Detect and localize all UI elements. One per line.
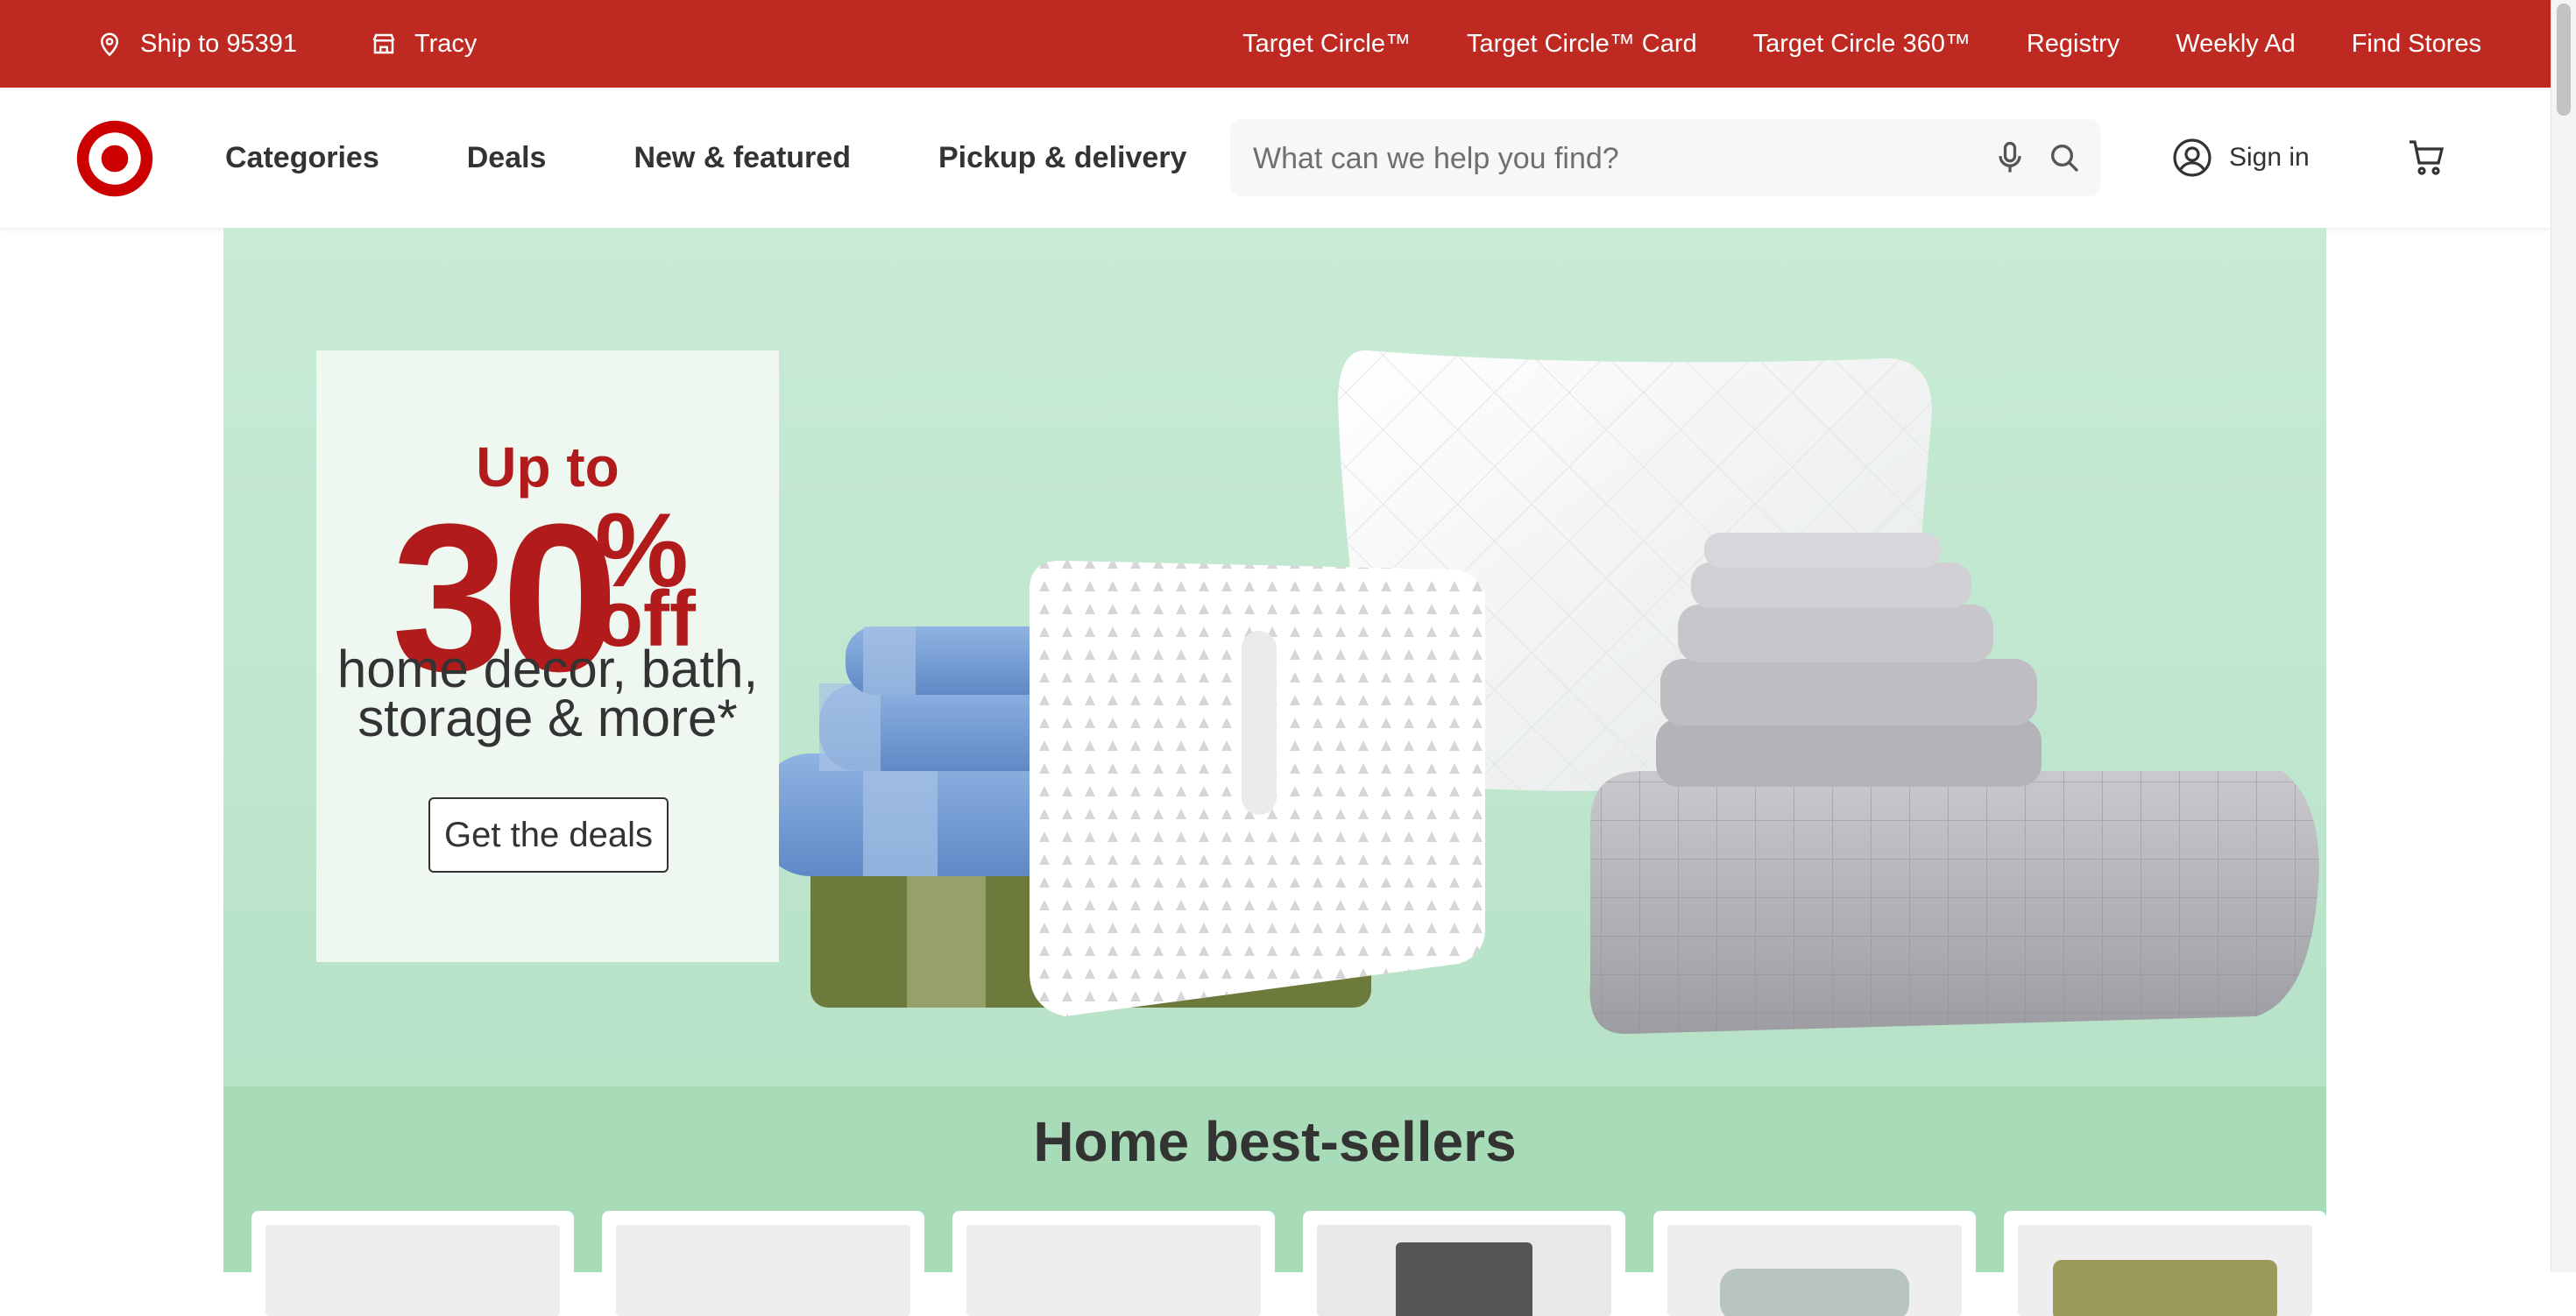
promo-description-line1: home decor, bath, [336,640,759,698]
nav-new-featured[interactable]: New & featured [633,141,851,175]
target-logo[interactable] [75,119,154,198]
hero-product-image [758,350,2319,1034]
get-deals-button[interactable]: Get the deals [428,797,669,873]
microphone-icon[interactable] [1991,138,2029,177]
product-image [265,1225,560,1316]
product-tile[interactable] [1303,1211,1625,1316]
product-tile[interactable] [2004,1211,2326,1316]
utility-left: Ship to 95391 Tracy [96,0,477,88]
store-label: Tracy [414,29,478,58]
page-scrollbar[interactable] [2551,0,2576,1272]
target-circle-360-link[interactable]: Target Circle 360™ [1753,30,1971,59]
product-tile[interactable] [952,1211,1275,1316]
main-nav: Categories Deals New & featured Pickup &… [225,88,1274,228]
product-tile[interactable] [1653,1211,1976,1316]
store-icon [372,33,395,54]
cart-icon[interactable] [2406,137,2448,179]
location-pin-icon [100,32,119,57]
section-title: Home best-sellers [1033,1110,1517,1173]
weekly-ad-link[interactable]: Weekly Ad [2176,30,2295,59]
product-image [2018,1225,2312,1316]
account-icon [2173,138,2212,177]
utility-links: Target Circle™ Target Circle™ Card Targe… [1186,0,2481,88]
main-header: Categories Deals New & featured Pickup &… [0,88,2551,228]
product-image [1317,1225,1611,1316]
target-circle-card-link[interactable]: Target Circle™ Card [1467,30,1697,59]
nav-categories[interactable]: Categories [225,141,379,175]
product-tile[interactable] [602,1211,924,1316]
find-stores-link[interactable]: Find Stores [2352,30,2481,59]
registry-link[interactable]: Registry [2027,30,2120,59]
ship-to-button[interactable]: Ship to 95391 [96,30,297,59]
nav-deals[interactable]: Deals [467,141,547,175]
home-bestsellers-section: Home best-sellers [223,1086,2326,1316]
promo-card: Up to 30 % off home decor, bath, storage… [316,350,779,962]
product-image [966,1225,1261,1316]
promo-description-line2: storage & more* [357,689,738,747]
product-image [616,1225,910,1316]
target-circle-link[interactable]: Target Circle™ [1242,30,1411,59]
product-tile[interactable] [251,1211,574,1316]
search-icon[interactable] [2047,140,2082,175]
sign-in-button[interactable]: Sign in [2171,88,2310,228]
search-bar [1230,119,2100,198]
product-image [1667,1225,1962,1316]
store-button[interactable]: Tracy [371,30,477,59]
utility-bar: Ship to 95391 Tracy Target Circle™ Targe… [0,0,2551,88]
ship-to-label: Ship to 95391 [140,29,297,58]
sign-in-label: Sign in [2229,143,2310,172]
scrollbar-thumb[interactable] [2557,4,2571,116]
hero-banner: Up to 30 % off home decor, bath, storage… [223,228,2326,1086]
nav-pickup-delivery[interactable]: Pickup & delivery [938,141,1186,175]
search-input[interactable] [1251,119,1956,198]
promo-description: home decor, bath, storage & more* [316,640,779,747]
